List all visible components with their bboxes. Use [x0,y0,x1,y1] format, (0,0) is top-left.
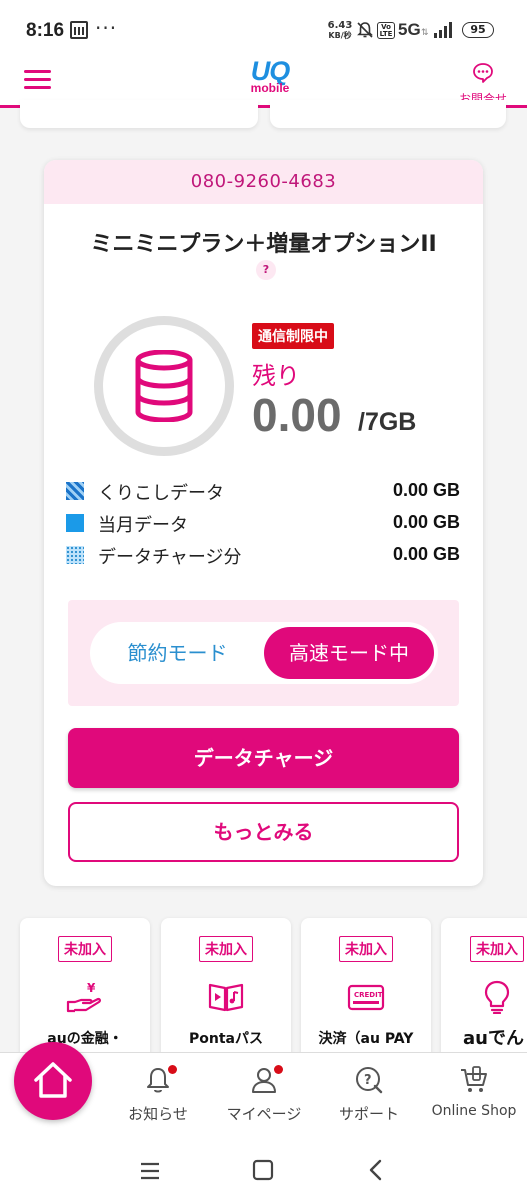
menu-icon[interactable] [24,70,51,90]
not-subscribed-badge: 未加入 [470,936,524,962]
data-charge-button[interactable]: データチャージ [68,728,459,788]
legend-label: くりこしデータ [98,483,224,504]
home-button[interactable] [14,1042,92,1120]
service-label: 決済（au PAY [318,1031,414,1047]
status-time: 8:16 [26,20,65,41]
battery-icon: 95 [462,22,494,38]
previous-card-right [270,100,506,128]
nav-notifications[interactable]: お知らせ [108,1065,208,1124]
notification-dot [168,1065,177,1074]
fast-mode-option[interactable]: 高速モード中 [264,627,434,679]
legend-charge-data: データチャージ分 0.00 GB [66,540,460,570]
speed-mode-panel: 節約モード 高速モード中 [68,600,459,706]
nav-label: サポート [338,1105,399,1123]
network-speed-value: 6.43 [327,20,353,31]
app-screen: 8:16 ··· 6.43 KB/秒 Vo LTE 5G ⇅ 95 UQ mob [0,0,527,1200]
volte-icon: Vo LTE [377,22,395,39]
home-icon [34,1062,72,1098]
mute-bell-icon [357,22,373,38]
previous-card-left [20,100,258,128]
credit-card-icon: CREDIT [347,984,385,1011]
legend-value: 0.00 GB [392,512,460,532]
chat-bubble-icon [473,63,493,83]
not-subscribed-badge: 未加入 [58,936,112,962]
recent-apps-icon[interactable] [138,1160,162,1182]
not-subscribed-badge: 未加入 [339,936,393,962]
help-icon[interactable]: ? [256,260,276,280]
network-type: 5G [398,20,421,39]
data-usage-card: 080-9260-4683 ミニミニプラン＋増量オプションII ? 通信制限中 … [44,160,483,886]
legend-rollover-data: くりこしデータ 0.00 GB [66,476,460,506]
remaining-label: 残り [252,362,300,390]
status-bar: 8:16 ··· 6.43 KB/秒 Vo LTE 5G ⇅ 95 [0,0,527,58]
striped-square-icon [66,482,84,500]
data-activity-icon: ⇅ [421,28,429,38]
nav-support[interactable]: ? サポート [319,1065,419,1124]
network-speed-unit: KB/秒 [328,31,352,40]
legend-label: データチャージ分 [98,547,242,568]
svg-text:?: ? [364,1073,372,1088]
network-speed: 6.43 KB/秒 [327,21,353,41]
legend-value: 0.00 GB [392,480,460,500]
legend-value: 0.00 GB [392,544,460,564]
nav-online-shop[interactable]: Online Shop [424,1065,524,1119]
card-text: CREDIT [354,991,383,999]
remaining-value: 0.00 [252,389,342,441]
nav-label: Online Shop [431,1103,517,1119]
more-notifications-icon: ··· [95,16,118,40]
video-music-icon [208,983,244,1012]
service-tile-ponta[interactable]: 未加入 Pontaパス [161,918,291,1068]
uq-mobile-logo[interactable]: UQ mobile [240,58,300,104]
plan-name: ミニミニプラン＋増量オプションII [90,232,437,257]
restriction-badge: 通信制限中 [252,323,334,349]
legend-label: 当月データ [98,515,188,536]
speed-mode-toggle[interactable]: 節約モード 高速モード中 [90,622,438,684]
shopping-cart-icon [461,1066,487,1092]
saving-mode-option[interactable]: 節約モード [90,622,265,684]
notification-dot [274,1065,283,1074]
svg-text:¥: ¥ [87,981,96,995]
solid-square-icon [66,514,84,532]
nav-mypage[interactable]: マイページ [214,1065,314,1124]
database-icon [135,350,193,422]
legend-monthly-data: 当月データ 0.00 GB [66,508,460,538]
money-hand-icon: ¥ [66,981,102,1013]
service-label: Pontaパス [189,1031,263,1047]
service-label: auでん [463,1030,524,1048]
calendar-icon [70,21,88,39]
system-navigation-bar [0,1142,527,1200]
nav-label: お知らせ [128,1105,188,1123]
lightbulb-icon [484,980,510,1014]
service-tile-denki[interactable]: 未加入 auでん [441,918,527,1068]
signal-icon [434,22,452,38]
logo-text-mobile: mobile [250,81,290,95]
support-search-icon: ? [356,1067,383,1094]
system-home-icon[interactable] [252,1159,274,1181]
back-icon[interactable] [366,1158,386,1182]
see-more-button[interactable]: もっとみる [68,802,459,862]
dotted-square-icon [66,546,84,564]
phone-number: 080-9260-4683 [44,160,483,204]
remaining-total: /7GB [358,408,417,436]
service-tile-payment[interactable]: 未加入 CREDIT 決済（au PAY [301,918,431,1068]
not-subscribed-badge: 未加入 [199,936,253,962]
nav-label: マイページ [226,1105,302,1123]
